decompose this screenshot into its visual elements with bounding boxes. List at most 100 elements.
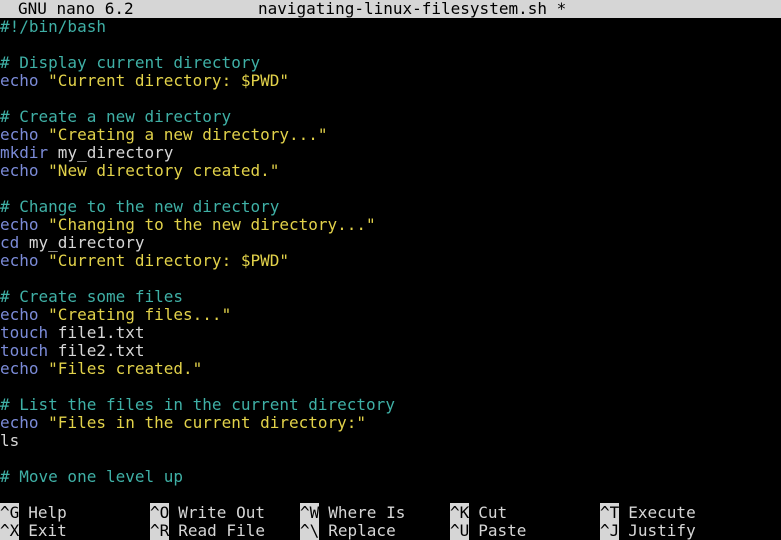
shortcut-help[interactable]: ^G Help [0, 503, 67, 522]
code-token: touch [0, 341, 49, 360]
shortcut-execute[interactable]: ^T Execute [600, 503, 696, 522]
shortcut-key: ^\ [300, 521, 320, 540]
code-token: echo [0, 413, 39, 432]
shortcut-label: Read File [178, 521, 265, 540]
code-line[interactable]: # List the files in the current director… [0, 396, 781, 414]
code-line[interactable]: echo "Creating a new directory..." [0, 126, 781, 144]
shortcut-label: Exit [28, 521, 67, 540]
shortcut-key: ^R [150, 521, 170, 540]
shortcut-label: Justify [628, 521, 696, 540]
shortcut-key: ^O [150, 503, 170, 522]
code-line[interactable]: cd my_directory [0, 234, 781, 252]
code-line[interactable]: echo "Files in the current directory:" [0, 414, 781, 432]
shortcut-exit[interactable]: ^X Exit [0, 521, 67, 540]
code-token: echo [0, 161, 39, 180]
shortcut-label: Where Is [328, 503, 406, 522]
code-token: ls [0, 431, 20, 450]
code-token: file1.txt [48, 323, 145, 342]
code-line[interactable]: # Create a new directory [0, 108, 781, 126]
code-line[interactable]: echo "Current directory: $PWD" [0, 72, 781, 90]
shortcut-label: Execute [628, 503, 696, 522]
code-line[interactable] [0, 270, 781, 288]
code-line[interactable] [0, 90, 781, 108]
code-line[interactable]: touch file1.txt [0, 324, 781, 342]
code-token: # Create a new directory [0, 107, 232, 126]
code-token: cd [0, 233, 20, 252]
code-token: echo [0, 71, 39, 90]
code-line[interactable]: # Display current directory [0, 54, 781, 72]
code-line[interactable] [0, 180, 781, 198]
code-token: my_directory [48, 143, 174, 162]
title-bar: GNU nano 6.2 navigating-linux-filesystem… [0, 0, 781, 18]
code-line[interactable] [0, 36, 781, 54]
shortcut-read-file[interactable]: ^R Read File [150, 521, 265, 540]
code-token: echo [0, 215, 39, 234]
shortcut-justify[interactable]: ^J Justify [600, 521, 696, 540]
shortcut-write-out[interactable]: ^O Write Out [150, 503, 265, 522]
code-token: echo [0, 251, 39, 270]
editor-area[interactable]: #!/bin/bash # Display current directory ec… [0, 18, 781, 486]
code-line[interactable] [0, 450, 781, 468]
code-token: "Changing to the new directory..." [48, 215, 376, 234]
code-token: echo [0, 125, 39, 144]
shortcut-key: ^T [600, 503, 620, 522]
code-token: "Files created." [48, 359, 203, 378]
code-line[interactable]: ls [0, 432, 781, 450]
shortcut-replace[interactable]: ^\ Replace [300, 521, 396, 540]
code-token: # Create some files [0, 287, 184, 306]
code-token: # Change to the new directory [0, 197, 280, 216]
shortcut-key: ^G [0, 503, 20, 522]
code-line[interactable]: echo "Current directory: $PWD" [0, 252, 781, 270]
shortcut-where-is[interactable]: ^W Where Is [300, 503, 406, 522]
code-token: # Move one level up [0, 467, 184, 486]
code-line[interactable]: echo "Files created." [0, 360, 781, 378]
shortcut-label: Cut [478, 503, 508, 522]
shortcut-key: ^X [0, 521, 20, 540]
shortcut-label: Replace [328, 521, 396, 540]
code-line[interactable]: touch file2.txt [0, 342, 781, 360]
code-line[interactable]: # Create some files [0, 288, 781, 306]
code-token: # Display current directory [0, 53, 261, 72]
code-token: "New directory created." [48, 161, 280, 180]
code-token: echo [0, 359, 39, 378]
code-line[interactable]: echo "Creating files..." [0, 306, 781, 324]
shortcut-label: Help [28, 503, 67, 522]
code-token: #!/bin/bash [0, 17, 106, 36]
code-line[interactable]: echo "New directory created." [0, 162, 781, 180]
code-line[interactable]: echo "Changing to the new directory..." [0, 216, 781, 234]
code-line[interactable]: #!/bin/bash [0, 18, 781, 36]
app-name: GNU nano 6.2 [18, 0, 134, 18]
shortcut-paste[interactable]: ^U Paste [450, 521, 527, 540]
code-line[interactable] [0, 378, 781, 396]
code-token: "Current directory: $PWD" [48, 71, 289, 90]
code-token: touch [0, 323, 49, 342]
shortcut-bar: ^G Help ^X Exit ^O Write Out ^R Read File ^W… [0, 503, 781, 540]
code-line[interactable]: # Change to the new directory [0, 198, 781, 216]
code-line[interactable]: mkdir my_directory [0, 144, 781, 162]
code-token: mkdir [0, 143, 49, 162]
code-line[interactable]: # Move one level up [0, 468, 781, 486]
shortcut-key: ^W [300, 503, 320, 522]
code-token: echo [0, 305, 39, 324]
shortcut-cut[interactable]: ^K Cut [450, 503, 508, 522]
code-token: "Creating files..." [48, 305, 232, 324]
shortcut-key: ^J [600, 521, 620, 540]
code-token: file2.txt [48, 341, 145, 360]
code-token: my_directory [19, 233, 145, 252]
code-token: # List the files in the current director… [0, 395, 395, 414]
shortcut-key: ^K [450, 503, 470, 522]
code-token: "Creating a new directory..." [48, 125, 328, 144]
code-token: "Current directory: $PWD" [48, 251, 289, 270]
shortcut-label: Paste [478, 521, 527, 540]
file-name: navigating-linux-filesystem.sh * [258, 0, 567, 18]
shortcut-key: ^U [450, 521, 470, 540]
code-token: "Files in the current directory:" [48, 413, 367, 432]
